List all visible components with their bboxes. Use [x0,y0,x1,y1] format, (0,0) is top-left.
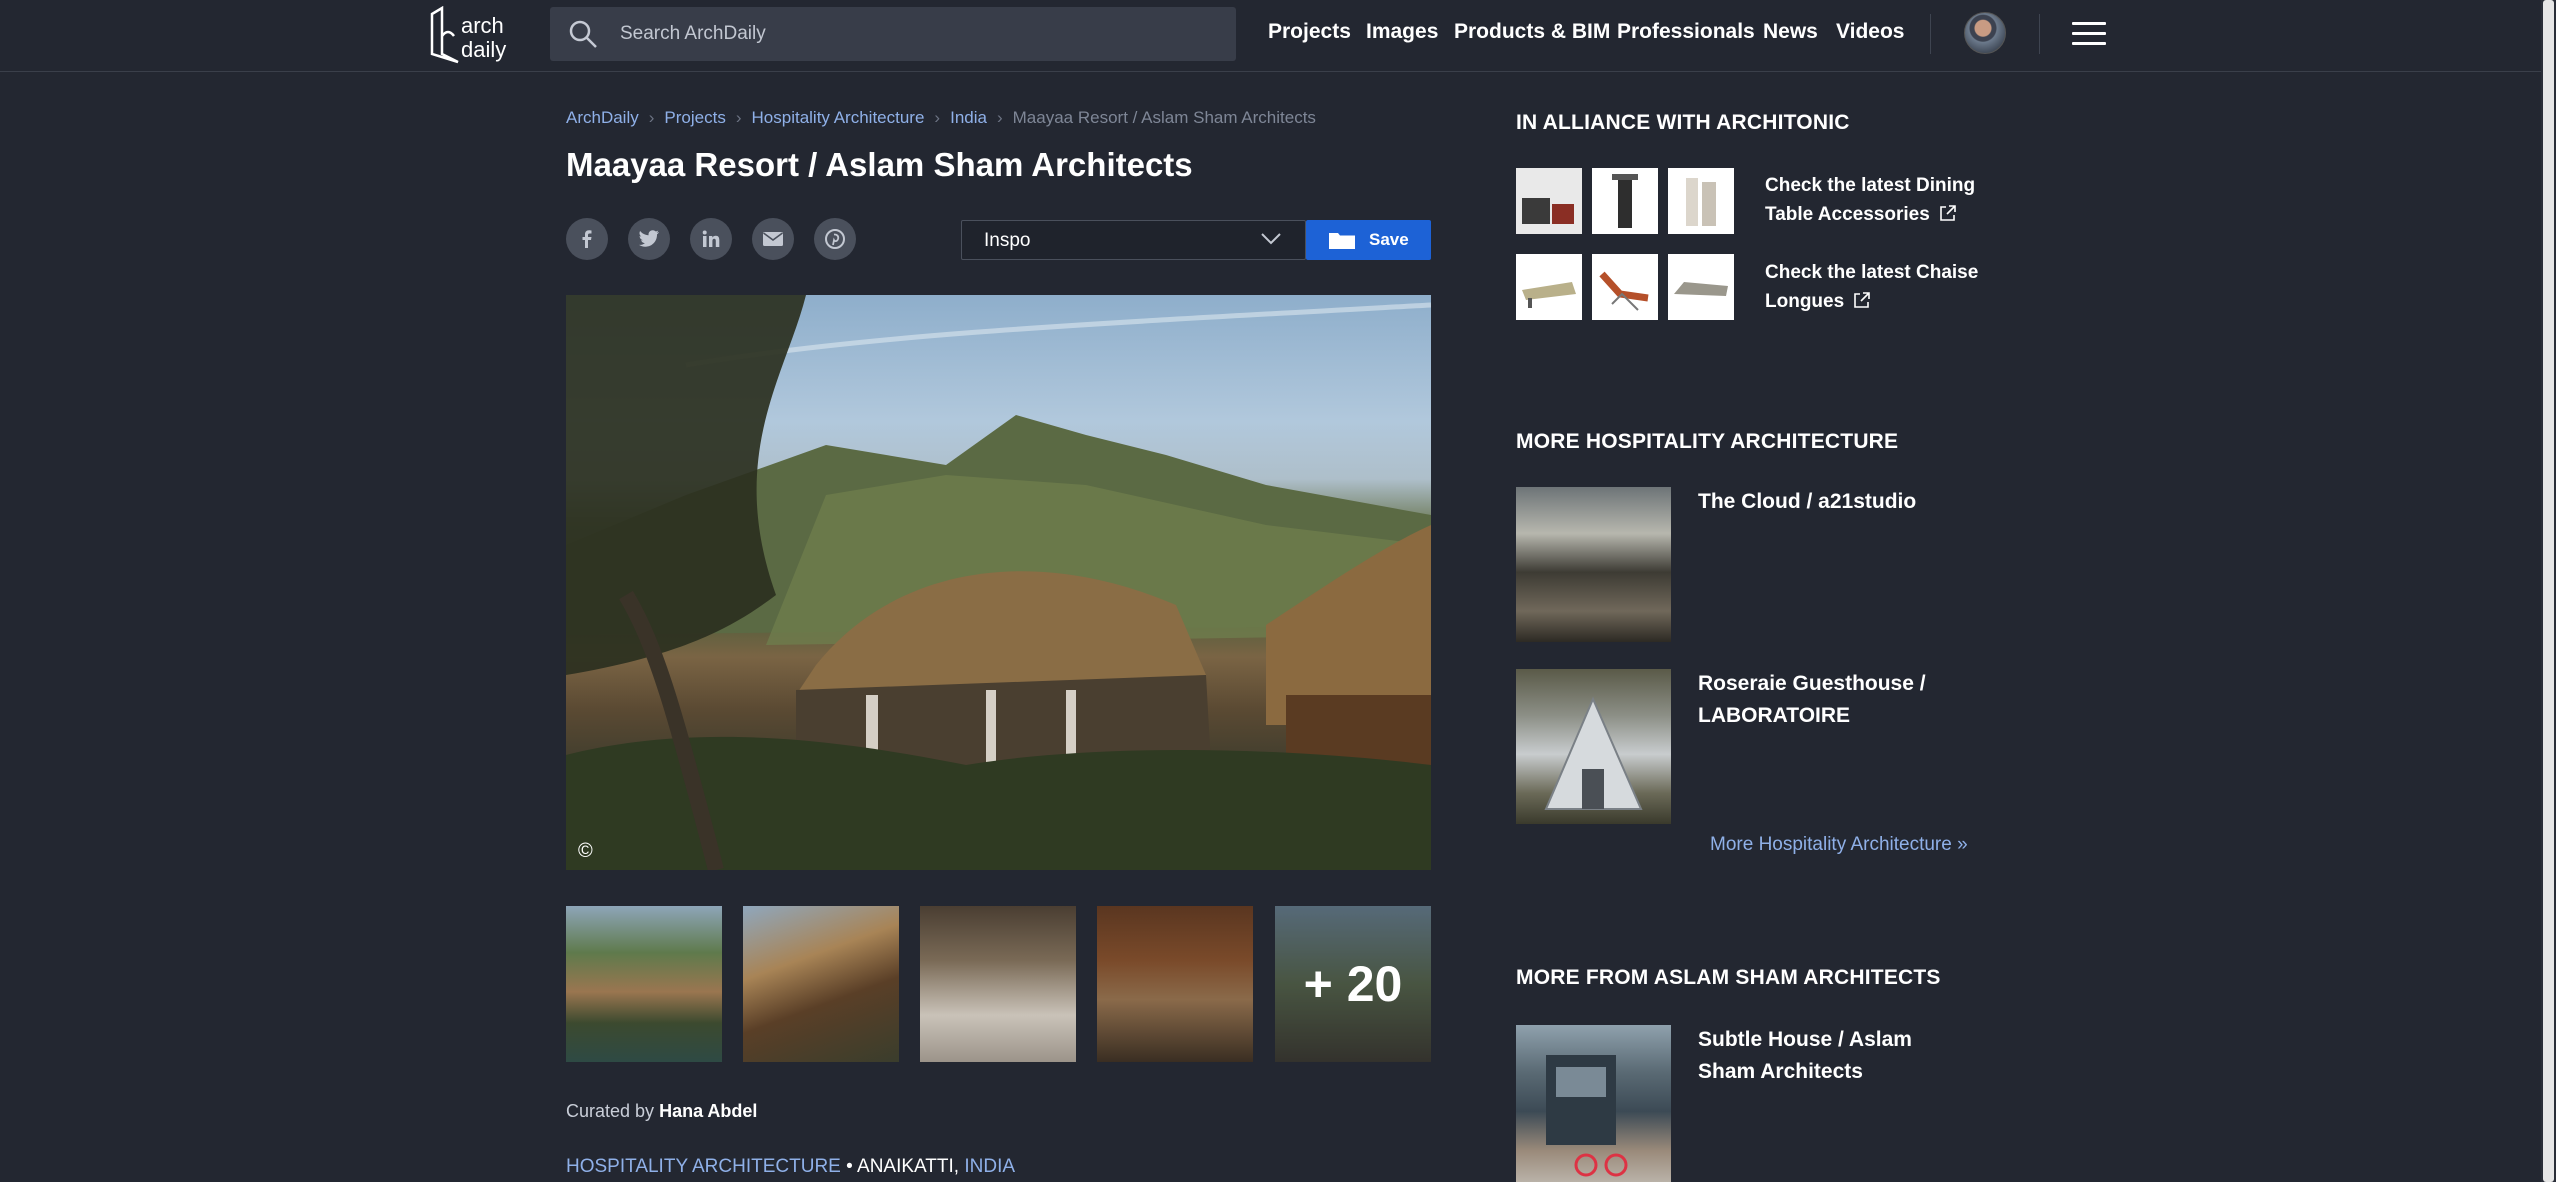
share-email-button[interactable] [752,218,794,260]
nav-projects[interactable]: Projects [1268,20,1351,44]
alliance-heading: IN ALLIANCE WITH ARCHITONIC [1516,111,1850,134]
hamburger-menu-icon[interactable] [2072,22,2106,46]
search-input[interactable] [618,7,1218,61]
curated-prefix: Curated by [566,1101,655,1121]
gallery-thumbnail[interactable] [566,906,722,1062]
tag-category[interactable]: HOSPITALITY ARCHITECTURE [566,1156,841,1177]
more-photos-button[interactable]: + 20 [1275,906,1431,1062]
tag-city: ANAIKATTI, [857,1156,960,1177]
collection-selected: Inspo [984,230,1031,251]
nav-news[interactable]: News [1763,20,1818,44]
breadcrumb-india[interactable]: India [950,108,987,127]
nav-images[interactable]: Images [1366,20,1438,44]
nav-products-bim[interactable]: Products & BIM [1454,20,1610,44]
svg-text:daily: daily [461,37,506,62]
breadcrumb-projects[interactable]: Projects [664,108,725,127]
nav-professionals[interactable]: Professionals [1617,20,1755,44]
main-project-image[interactable] [566,295,1431,870]
related-project-thumbnail[interactable] [1516,669,1671,824]
external-link-icon [1940,205,1956,221]
tag-country[interactable]: INDIA [964,1156,1015,1177]
email-icon [763,232,783,246]
share-pinterest-button[interactable] [814,218,856,260]
page-title: Maayaa Resort / Aslam Sham Architects [566,146,1193,183]
save-label: Save [1369,230,1409,249]
share-twitter-button[interactable] [628,218,670,260]
copyright-icon[interactable]: © [578,840,593,863]
breadcrumb-current: Maayaa Resort / Aslam Sham Architects [1012,108,1316,127]
breadcrumb-hospitality[interactable]: Hospitality Architecture [752,108,925,127]
gallery-thumbnail[interactable] [1097,906,1253,1062]
search-icon [569,20,597,48]
project-tags: HOSPITALITY ARCHITECTURE • ANAIKATTI, IN… [566,1156,1015,1178]
header-divider [2039,14,2040,54]
share-facebook-button[interactable] [566,218,608,260]
gallery-thumbnail[interactable] [920,906,1076,1062]
related-project-title[interactable]: Subtle House / Aslam Sham Architects [1698,1024,1928,1088]
curator-name[interactable]: Hana Abdel [659,1101,757,1121]
folder-icon [1329,233,1355,249]
tag-separator: • [846,1156,853,1177]
save-button[interactable]: Save [1306,220,1431,260]
chevron-down-icon [1261,233,1281,245]
search-bar[interactable] [550,7,1236,61]
scrollbar-thumb[interactable] [2543,0,2554,1182]
related-project-title[interactable]: The Cloud / a21studio [1698,486,1928,518]
product-thumbnail[interactable] [1668,168,1734,234]
chevron-right-icon: › [934,108,941,127]
product-thumbnail[interactable] [1592,168,1658,234]
svg-text:arch: arch [461,13,504,38]
gallery-thumbnail[interactable] [743,906,899,1062]
promo-dining-table[interactable]: Check the latest Dining Table Accessorie… [1765,171,1985,229]
facebook-icon [582,230,592,248]
more-hospitality-heading: MORE HOSPITALITY ARCHITECTURE [1516,430,1899,453]
chevron-right-icon: › [996,108,1003,127]
more-from-office-heading: MORE FROM ASLAM SHAM ARCHITECTS [1516,966,1941,989]
external-link-icon [1854,292,1871,308]
curated-by: Curated by Hana Abdel [566,1101,757,1122]
more-hospitality-link[interactable]: More Hospitality Architecture » [1710,834,1968,856]
product-thumbnail[interactable] [1516,254,1582,320]
linkedin-icon [702,230,720,247]
pinterest-icon [825,229,845,249]
related-project-thumbnail[interactable] [1516,1025,1671,1182]
related-project-title[interactable]: Roseraie Guesthouse / LABORATOIRE [1698,668,1928,732]
promo-text: Check the latest Chaise Longues [1765,262,1979,312]
twitter-icon [639,230,659,247]
chevron-right-icon: › [735,108,742,127]
share-linkedin-button[interactable] [690,218,732,260]
collection-dropdown[interactable]: Inspo [961,220,1306,260]
related-project-thumbnail[interactable] [1516,487,1671,642]
breadcrumb-archdaily[interactable]: ArchDaily [566,108,639,127]
nav-videos[interactable]: Videos [1836,20,1904,44]
header-divider [1930,14,1931,54]
product-thumbnail[interactable] [1592,254,1658,320]
archdaily-logo[interactable]: arch daily [428,5,518,64]
promo-chaise-longues[interactable]: Check the latest Chaise Longues [1765,258,1985,316]
user-avatar[interactable] [1964,12,2006,54]
product-thumbnail[interactable] [1516,168,1582,234]
chevron-right-icon: › [648,108,655,127]
breadcrumb: ArchDaily › Projects › Hospitality Architect… [566,108,1316,128]
product-thumbnail[interactable] [1668,254,1734,320]
